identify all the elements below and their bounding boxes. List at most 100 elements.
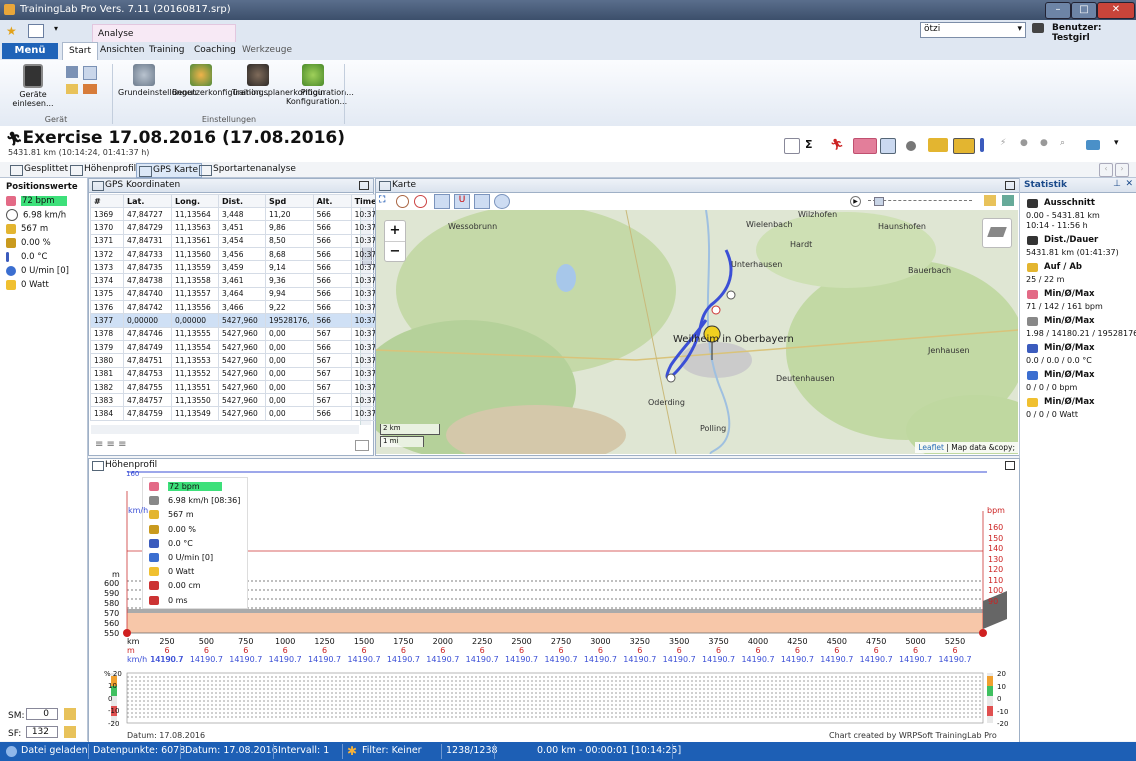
status-position: 0.00 km - 00:00:01 [10:14:25]	[537, 745, 682, 756]
sigma-icon[interactable]: Σ	[805, 138, 819, 152]
navigation-icon[interactable]	[494, 194, 510, 209]
temperature-icon[interactable]	[980, 138, 984, 152]
gps-table-row[interactable]: 1373 47,84735 11,13559 3,459 9,14 566 10:37:23	[90, 260, 418, 275]
next-button[interactable]: ›	[1115, 163, 1129, 177]
edit-icon[interactable]	[66, 66, 78, 78]
folder-icon[interactable]	[64, 708, 76, 720]
folder-icon[interactable]	[66, 84, 78, 94]
sm-stepper[interactable]: 0	[26, 708, 58, 720]
align-icons[interactable]: ≡ ≡ ≡	[95, 440, 131, 450]
runner-red-icon[interactable]: 🏃︎	[830, 138, 844, 152]
car-icon[interactable]	[474, 194, 490, 209]
tab-werkzeuge[interactable]: Werkzeuge	[236, 42, 298, 59]
gps-hscrollbar[interactable]	[91, 425, 359, 434]
gps-cell: 11,13557	[171, 286, 219, 302]
maximize-panel-icon[interactable]	[1005, 181, 1015, 190]
sf-stepper[interactable]: 132	[26, 726, 58, 738]
speed-icon[interactable]	[880, 138, 896, 154]
leaflet-link[interactable]: Leaflet	[918, 443, 944, 452]
gps-column-header[interactable]: Long.	[171, 194, 219, 208]
pin-gray-icon[interactable]: ●	[1020, 138, 1034, 152]
layers-control-button[interactable]	[982, 218, 1012, 248]
star-icon[interactable]: ★	[6, 24, 17, 38]
gps-table-row[interactable]: 1374 47,84738 11,13558 3,461 9,36 566 10:37:24	[90, 273, 418, 288]
zoom-in-icon[interactable]	[396, 195, 409, 208]
gps-table-row[interactable]: 1369 47,84727 11,13564 3,448 11,20 566 10:37:1…	[90, 206, 418, 222]
tab-sportartenanalyse[interactable]: Sportartenanalyse	[197, 163, 299, 176]
gps-table-row[interactable]: 1370 47,84729 11,13563 3,451 9,86 566 10:37:20	[90, 220, 418, 235]
gps-column-header[interactable]: #	[90, 194, 124, 208]
gps-table-row[interactable]: 1377 0,00000 0,00000 5427,960 19528176, 566 10…	[90, 313, 418, 328]
tab-coaching[interactable]: Coaching	[188, 42, 242, 59]
scale-mi: 1 mi	[380, 436, 424, 447]
search-gray-icon[interactable]: ⌕	[1060, 138, 1074, 152]
gps-table-row[interactable]: 1383 47,84757 11,13550 5427,960 0,00 567 10:37…	[90, 393, 418, 408]
tab-gesplittet[interactable]: Gesplittet	[8, 163, 71, 176]
dot-icon[interactable]	[906, 141, 916, 151]
folder-icon[interactable]	[64, 726, 76, 738]
qat-dropdown-icon[interactable]: ▾	[54, 24, 58, 33]
heart-icon[interactable]	[853, 138, 877, 154]
tab-hoehenprofil[interactable]: Höhenprofil	[68, 163, 139, 176]
prev-button[interactable]: ‹	[1099, 163, 1113, 177]
camera-icon[interactable]	[355, 440, 369, 451]
ruler-icon[interactable]	[434, 194, 450, 209]
tab-start[interactable]: Start	[62, 42, 98, 60]
gps-table-row[interactable]: 1380 47,84751 11,13553 5427,960 0,00 567 10:37…	[90, 353, 418, 368]
list-icon[interactable]	[83, 66, 97, 80]
more-dropdown-icon[interactable]: ▾	[1114, 138, 1128, 152]
status-filter[interactable]: Filter: Keiner	[362, 745, 422, 756]
gps-table-row[interactable]: 1375 47,84740 11,13557 3,464 9,94 566 10:37:25	[90, 286, 418, 302]
gps-column-header[interactable]: Dist.	[218, 194, 266, 208]
tab-ansichten[interactable]: Ansichten	[94, 42, 150, 59]
gps-table-row[interactable]: 1379 47,84749 11,13554 5427,960 0,00 566 10:37…	[90, 339, 418, 355]
export-map-icon[interactable]	[1002, 195, 1014, 206]
magnet-icon[interactable]: U	[454, 194, 470, 209]
context-tab-analyse[interactable]: Analyse	[92, 24, 236, 44]
slope-icon[interactable]	[953, 138, 975, 154]
m-tick-label: 6	[952, 646, 958, 655]
gps-column-header[interactable]: Alt.	[312, 194, 352, 208]
tab-training[interactable]: Training	[143, 42, 191, 59]
gps-table-row[interactable]: 1384 47,84759 11,13549 5427,960 0,00 566 10:37…	[90, 406, 418, 421]
export-icon[interactable]	[83, 84, 97, 94]
select-icon[interactable]: ⛶	[379, 195, 391, 207]
zoom-out-icon[interactable]	[414, 195, 427, 208]
playback-slider-thumb[interactable]	[874, 197, 884, 206]
map-zoom-in-button[interactable]: +	[385, 221, 405, 241]
quick-access-toolbar: ★ ▾ Analyse ötzi ▾ Benutzer: Testgirl	[0, 20, 1136, 44]
gps-table-row[interactable]: 1378 47,84746 11,13555 5427,960 0,00 567 10:37…	[90, 326, 418, 341]
altitude-icon[interactable]	[928, 138, 948, 152]
person-gray-icon[interactable]: ●	[1040, 138, 1054, 152]
layers-icon[interactable]	[1086, 140, 1100, 150]
search-icon[interactable]	[28, 24, 44, 38]
geraete-einlesen-button[interactable]: Geräte einlesen...	[10, 64, 56, 108]
maximize-panel-icon[interactable]	[1005, 461, 1015, 470]
play-icon[interactable]: ▶	[850, 196, 861, 207]
maximize-button[interactable]: □	[1071, 2, 1097, 19]
bolt-gray-icon[interactable]: ⚡	[1000, 138, 1014, 152]
map-zoom-out-button[interactable]: −	[385, 241, 405, 261]
tab-gps-karte[interactable]: GPS Karte	[136, 163, 202, 178]
plugin-konfiguration-button[interactable]: Plugin Konfiguration...	[286, 64, 347, 106]
pin-icon[interactable]: ⊥	[1113, 179, 1121, 189]
gps-column-header[interactable]: Spd	[265, 194, 314, 208]
grundeinstellungen-button[interactable]: Grundeinstellungen	[118, 64, 197, 97]
gps-table-row[interactable]: 1376 47,84742 11,13556 3,466 9,22 566 10:37:26	[90, 300, 418, 315]
map-view[interactable]: + − Wessobrunn Wilzhofen Wielenbach Haun…	[376, 210, 1018, 454]
close-icon[interactable]: ✕	[1125, 179, 1133, 189]
open-folder-icon[interactable]	[984, 195, 996, 206]
minimize-button[interactable]: –	[1045, 2, 1071, 19]
menu-button[interactable]: Menü	[2, 43, 58, 59]
gps-table-row[interactable]: 1382 47,84755 11,13551 5427,960 0,00 567 10:37…	[90, 379, 418, 395]
close-button[interactable]: ✕	[1097, 2, 1135, 19]
user-select[interactable]: ötzi ▾	[920, 22, 1026, 38]
gps-column-header[interactable]: Lat.	[123, 194, 172, 208]
gps-table-row[interactable]: 1372 47,84733 11,13560 3,456 8,68 566 10:37:22	[90, 246, 418, 262]
trainingsplaner-button[interactable]: Trainingsplanerkonfiguration...	[232, 64, 354, 97]
maximize-panel-icon[interactable]	[359, 181, 369, 190]
gps-table-row[interactable]: 1371 47,84731 11,13561 3,454 8,50 566 10:37:21	[90, 233, 418, 248]
gps-table-row[interactable]: 1381 47,84753 11,13552 5427,960 0,00 567 10:37…	[90, 366, 418, 381]
benutzerkonfiguration-button[interactable]: Benutzerkonfiguration...	[172, 64, 269, 97]
chart-icon[interactable]	[784, 138, 800, 154]
